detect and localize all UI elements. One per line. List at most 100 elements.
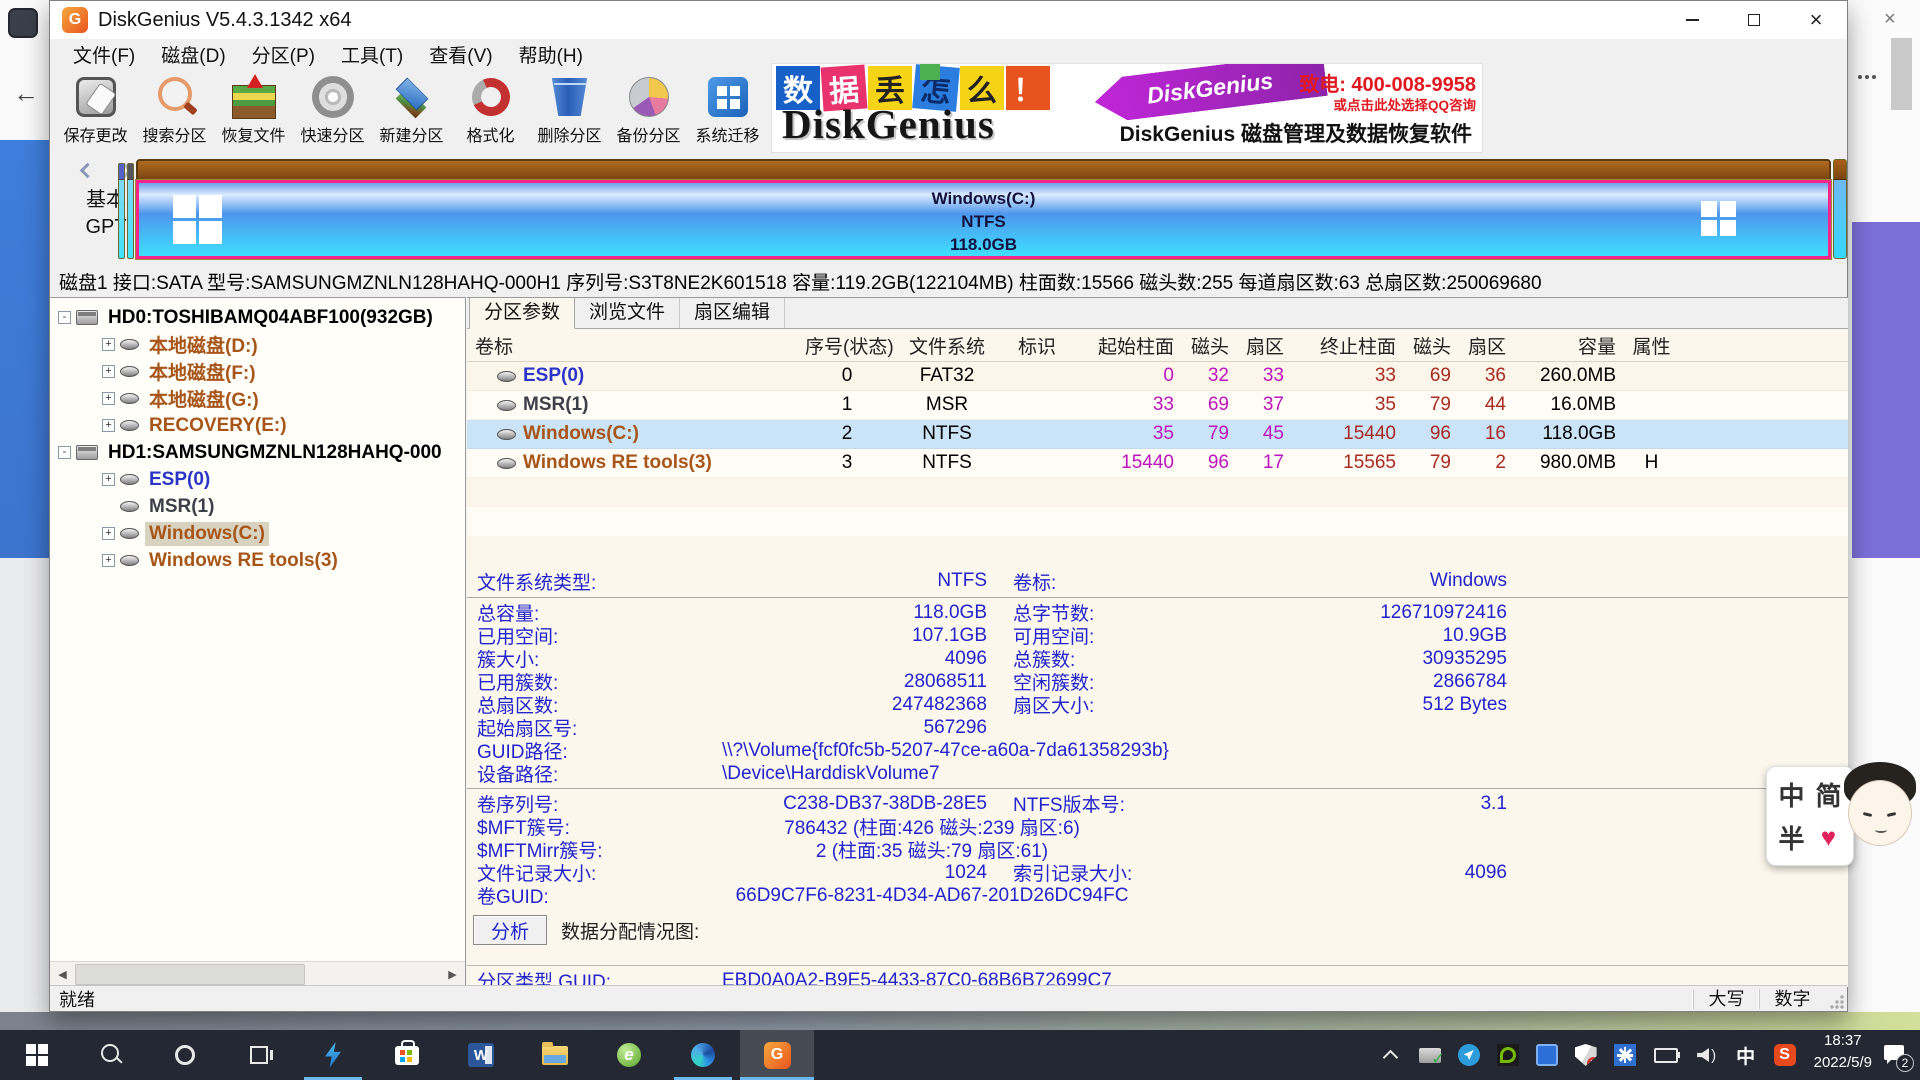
tree-expander-icon[interactable]: + — [102, 365, 115, 378]
scroll-right-icon[interactable]: ▶ — [440, 962, 465, 987]
tray-snowflake-icon[interactable] — [1614, 1044, 1636, 1066]
tree-item[interactable]: +本地磁盘(G:) — [50, 385, 465, 412]
tray-chevron-up-icon[interactable] — [1380, 1044, 1402, 1066]
table-row[interactable]: Windows RE tools(3)3NTFS1544096171556579… — [467, 449, 1848, 478]
toolbar-button[interactable]: 快速分区 — [293, 71, 372, 151]
tray-sogou-icon[interactable]: S — [1774, 1044, 1796, 1066]
tray-printer-check-icon[interactable] — [1419, 1048, 1441, 1063]
tree-item[interactable]: +ESP(0) — [50, 466, 465, 493]
toolbar-button[interactable]: 备份分区 — [609, 71, 688, 151]
tray-intel-graphics-icon[interactable] — [1536, 1044, 1558, 1066]
ad-banner[interactable]: 数据丢怎么！ DiskGenius DiskGenius 致电: 400-008… — [771, 63, 1483, 153]
banner-qq-link[interactable]: 或点击此处选择QQ咨询 — [1333, 94, 1476, 114]
column-header[interactable]: 序号(状态) — [797, 332, 897, 359]
resize-grip-icon[interactable] — [1829, 994, 1845, 1010]
column-header[interactable]: 起始柱面 — [1077, 332, 1182, 359]
more-menu-icon[interactable] — [1858, 66, 1879, 84]
column-header[interactable]: 终止柱面 — [1292, 332, 1404, 359]
toolbar-button[interactable]: 新建分区 — [372, 71, 451, 151]
analyze-button[interactable]: 分析 — [473, 915, 547, 945]
tree-expander-icon[interactable]: - — [58, 311, 71, 324]
taskbar-button-cortana[interactable] — [148, 1030, 222, 1080]
scrollbar-thumb[interactable] — [75, 964, 305, 985]
tree-expander-icon[interactable]: + — [102, 554, 115, 567]
windows-c-partition-block[interactable]: Windows(C:) NTFS 118.0GB — [136, 180, 1831, 259]
title-bar[interactable]: G DiskGenius V5.4.3.1342 x64 × — [50, 1, 1847, 39]
action-center-icon[interactable]: 2 — [1882, 1043, 1908, 1067]
column-header[interactable]: 扇区 — [1237, 332, 1292, 359]
close-button[interactable]: × — [1785, 1, 1847, 39]
menu-item-文件(F)[interactable]: 文件(F) — [60, 39, 148, 69]
menu-item-查看(V)[interactable]: 查看(V) — [416, 39, 505, 69]
taskbar-button-word[interactable]: W — [444, 1030, 518, 1080]
taskbar-button-edge[interactable] — [666, 1030, 740, 1080]
taskbar-button-search[interactable] — [74, 1030, 148, 1080]
tray-ime-chinese-icon[interactable]: 中 — [1735, 1044, 1757, 1066]
tree-expander-icon[interactable]: + — [102, 338, 115, 351]
column-header[interactable]: 扇区 — [1459, 332, 1514, 359]
menu-item-分区(P)[interactable]: 分区(P) — [239, 39, 328, 69]
scrollbar-track[interactable] — [75, 962, 440, 986]
tray-messenger-icon[interactable] — [1458, 1044, 1480, 1066]
taskbar-button-store[interactable] — [370, 1030, 444, 1080]
tree-item[interactable]: +本地磁盘(F:) — [50, 358, 465, 385]
prev-disk-arrow-icon[interactable] — [80, 163, 96, 179]
taskbar-button-taskview[interactable] — [222, 1030, 296, 1080]
msr-partition-block[interactable] — [127, 163, 134, 259]
table-row[interactable]: ESP(0)0FAT3203233336936260.0MB — [467, 362, 1848, 391]
maximize-button[interactable] — [1723, 1, 1785, 39]
tab-browse-files[interactable]: 浏览文件 — [575, 297, 680, 328]
tree-expander-icon[interactable]: + — [102, 473, 115, 486]
tree-item[interactable]: -HD1:SAMSUNGMZNLN128HAHQ-000 — [50, 439, 465, 466]
tree-expander-icon[interactable]: + — [102, 392, 115, 405]
scroll-left-icon[interactable]: ◀ — [50, 962, 75, 987]
taskbar-button-start[interactable] — [0, 1030, 74, 1080]
taskbar-clock[interactable]: 18:37 2022/5/9 — [1814, 1030, 1872, 1080]
tree-item[interactable]: +Windows(C:) — [50, 520, 465, 547]
tree-item[interactable]: +本地磁盘(D:) — [50, 331, 465, 358]
tree-item[interactable]: +RECOVERY(E:) — [50, 412, 465, 439]
ime-mascot-face[interactable] — [1836, 762, 1920, 866]
ime-widget-char[interactable]: ♥ — [1821, 822, 1836, 853]
toolbar-button[interactable]: 删除分区 — [530, 71, 609, 151]
tree-expander-icon[interactable]: - — [58, 446, 71, 459]
esp-partition-block[interactable] — [118, 163, 125, 259]
back-arrow-icon[interactable]: ← — [13, 78, 39, 109]
taskbar-button-ie[interactable]: e — [592, 1030, 666, 1080]
column-header[interactable]: 文件系统 — [897, 332, 997, 359]
column-header[interactable]: 属性 — [1624, 332, 1679, 359]
tray-nvidia-icon[interactable] — [1497, 1044, 1519, 1066]
taskbar-button-thunder[interactable] — [296, 1030, 370, 1080]
recovery-partition-block[interactable] — [1833, 159, 1847, 259]
background-scrollbar-thumb[interactable] — [1891, 38, 1912, 110]
minimize-button[interactable] — [1661, 1, 1723, 39]
toolbar-button[interactable]: 恢复文件 — [214, 71, 293, 151]
ime-widget-char[interactable]: 半 — [1778, 819, 1804, 856]
toolbar-button[interactable]: 搜索分区 — [135, 71, 214, 151]
column-header[interactable]: 标识 — [997, 332, 1077, 359]
taskbar-button-diskgenius[interactable]: G — [740, 1030, 814, 1080]
menu-item-磁盘(D)[interactable]: 磁盘(D) — [148, 39, 238, 69]
toolbar-button[interactable]: 保存更改 — [56, 71, 135, 151]
toolbar-button[interactable]: 系统迁移 — [688, 71, 767, 151]
tray-battery-icon[interactable] — [1653, 1044, 1679, 1066]
background-close-icon[interactable]: × — [1884, 8, 1896, 31]
table-row[interactable]: MSR(1)1MSR33693735794416.0MB — [467, 391, 1848, 420]
tab-partition-params[interactable]: 分区参数 — [469, 297, 575, 329]
taskbar-button-explorer[interactable] — [518, 1030, 592, 1080]
column-header[interactable]: 磁头 — [1182, 332, 1237, 359]
tree-expander-icon[interactable]: + — [102, 419, 115, 432]
ime-widget-char[interactable]: 中 — [1778, 776, 1804, 813]
toolbar-button[interactable]: 格式化 — [451, 71, 530, 151]
tray-defender-alert-icon[interactable] — [1575, 1044, 1597, 1066]
horizontal-scrollbar[interactable]: ◀ ▶ — [50, 961, 465, 986]
column-header[interactable]: 卷标 — [467, 332, 797, 359]
menu-item-工具(T)[interactable]: 工具(T) — [328, 39, 416, 69]
tree-item[interactable]: -HD0:TOSHIBAMQ04ABF100(932GB) — [50, 304, 465, 331]
column-header[interactable]: 磁头 — [1404, 332, 1459, 359]
column-header[interactable]: 容量 — [1514, 332, 1624, 359]
tree-item[interactable]: +Windows RE tools(3) — [50, 547, 465, 574]
tray-volume-icon[interactable] — [1696, 1044, 1718, 1066]
tree-expander-icon[interactable]: + — [102, 527, 115, 540]
menu-item-帮助(H)[interactable]: 帮助(H) — [506, 39, 596, 69]
